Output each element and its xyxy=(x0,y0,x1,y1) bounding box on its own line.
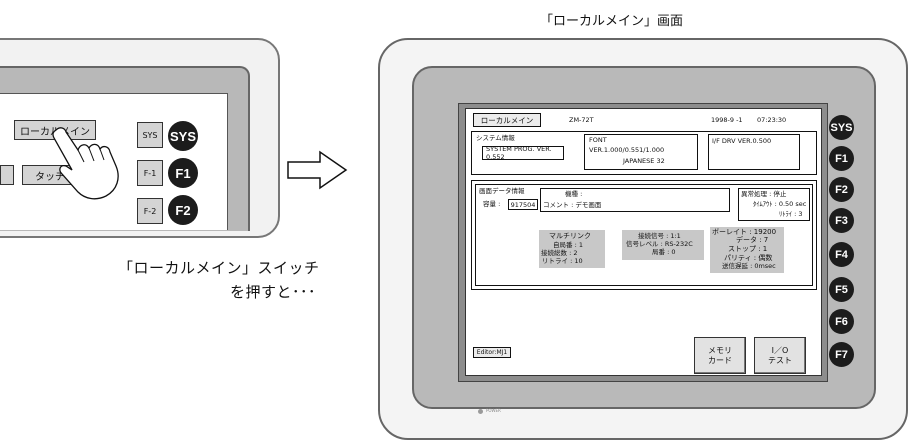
screen-data-inner: 画面データ情報 容量 : 917504 機種 : コメント : デモ画面 異常処… xyxy=(475,184,813,286)
power-led-icon xyxy=(478,409,483,414)
power-label: POWER xyxy=(486,408,501,413)
timeout-value: ﾀｲﾑｱｳﾄ : 0.50 sec xyxy=(753,200,807,208)
capacity-value: 917504 xyxy=(510,200,536,209)
multilink-retry: リトライ : 10 xyxy=(542,257,583,265)
arrow-right-icon xyxy=(287,150,348,190)
error-handling: 異常処理 : 停止 xyxy=(741,190,787,198)
memory-card-button[interactable]: メモリ カード xyxy=(694,337,746,374)
time-value: 07:23:30 xyxy=(757,116,787,124)
model-name: ZM-72T xyxy=(569,116,594,124)
local-main-screen: ローカルメイン ZM-72T 1998-9 -1 07:23:30 システム情報… xyxy=(465,108,822,376)
system-info-panel: システム情報 SYSTEM PROG. VER. 0.552 FONT VER.… xyxy=(471,131,817,175)
baud-rate: ボーレイト : 19200 xyxy=(712,228,777,236)
multilink-title: マルチリンク xyxy=(549,232,591,240)
font-language: JAPANESE 32 xyxy=(623,157,665,165)
pointing-hand-icon xyxy=(52,127,119,200)
capacity-field: 917504 xyxy=(508,199,538,210)
right-title: 「ローカルメイン」画面 xyxy=(540,14,684,29)
f4-key[interactable]: F4 xyxy=(829,242,854,267)
editor-label: Editor:MJ1 xyxy=(473,347,511,358)
local-main-button[interactable]: ローカルメイン xyxy=(473,113,541,127)
left-caption-line1: 「ローカルメイン」スイッチ xyxy=(118,259,320,277)
if-driver-box: I/F DRV VER.0.500 xyxy=(708,134,800,170)
send-delay: 送信遅延 : 0msec xyxy=(722,262,776,270)
if-driver-version: I/F DRV VER.0.500 xyxy=(712,137,772,145)
screen-data-title: 画面データ情報 xyxy=(479,187,525,195)
f6-key[interactable]: F6 xyxy=(829,309,854,334)
screen-data-panel: 画面データ情報 容量 : 917504 機種 : コメント : デモ画面 異常処… xyxy=(471,180,817,290)
f5-key[interactable]: F5 xyxy=(829,277,854,302)
io-test-label-2: テスト xyxy=(768,355,792,365)
sys-soft-button[interactable]: SYS xyxy=(137,122,163,148)
parity: パリティ : 偶数 xyxy=(724,254,773,262)
connection-panel: 接続信号 : 1:1 信号レベル : RS-232C 局番 : 0 xyxy=(622,230,704,260)
memory-card-label-2: カード xyxy=(708,355,732,365)
f2-key[interactable]: F2 xyxy=(168,195,198,225)
left-edge-button[interactable] xyxy=(0,165,14,185)
date-value: 1998-9 -1 xyxy=(711,116,743,124)
sys-key[interactable]: SYS xyxy=(168,121,198,151)
f1-key-right[interactable]: F1 xyxy=(829,146,854,171)
data-bits: データ : 7 xyxy=(736,236,769,244)
font-version: VER.1.000/0.551/1.000 xyxy=(589,146,665,154)
memory-card-label-1: メモリ xyxy=(708,345,732,355)
comment-label: コメント : デモ画面 xyxy=(543,201,602,209)
f1-soft-button[interactable]: F-1 xyxy=(137,160,163,186)
font-info-box: FONT VER.1.000/0.551/1.000 JAPANESE 32 xyxy=(584,134,698,170)
retry-value: ﾘﾄﾗｲ : 3 xyxy=(779,210,803,218)
io-test-button[interactable]: I／O テスト xyxy=(754,337,806,374)
left-caption-line2: を押すと･･･ xyxy=(230,283,317,301)
system-prog-version: SYSTEM PROG. VER. 0.552 xyxy=(486,145,552,161)
f7-key[interactable]: F7 xyxy=(829,342,854,367)
error-settings-box: 異常処理 : 停止 ﾀｲﾑｱｳﾄ : 0.50 sec ﾘﾄﾗｲ : 3 xyxy=(738,188,810,221)
multilink-panel: マルチリンク 自局番 : 1 接続総数 : 2 リトライ : 10 xyxy=(539,230,605,268)
system-prog-box: SYSTEM PROG. VER. 0.552 xyxy=(482,145,564,161)
model-label: 機種 : xyxy=(565,190,583,198)
model-comment-box: 機種 : コメント : デモ画面 xyxy=(540,188,730,212)
f2-soft-button[interactable]: F-2 xyxy=(137,198,163,224)
io-test-label-1: I／O xyxy=(771,345,789,355)
font-title: FONT xyxy=(589,136,607,144)
communication-panel: ボーレイト : 19200 データ : 7 ストップ : 1 パリティ : 偶数… xyxy=(710,227,784,273)
system-info-title: システム情報 xyxy=(476,134,515,142)
f1-key[interactable]: F1 xyxy=(168,158,198,188)
sys-key-right[interactable]: SYS xyxy=(829,115,854,140)
station-number: 局番 : 0 xyxy=(652,248,676,256)
stop-bits: ストップ : 1 xyxy=(728,245,768,253)
capacity-label: 容量 : xyxy=(483,200,501,208)
f2-key-right[interactable]: F2 xyxy=(829,177,854,202)
f3-key[interactable]: F3 xyxy=(829,208,854,233)
